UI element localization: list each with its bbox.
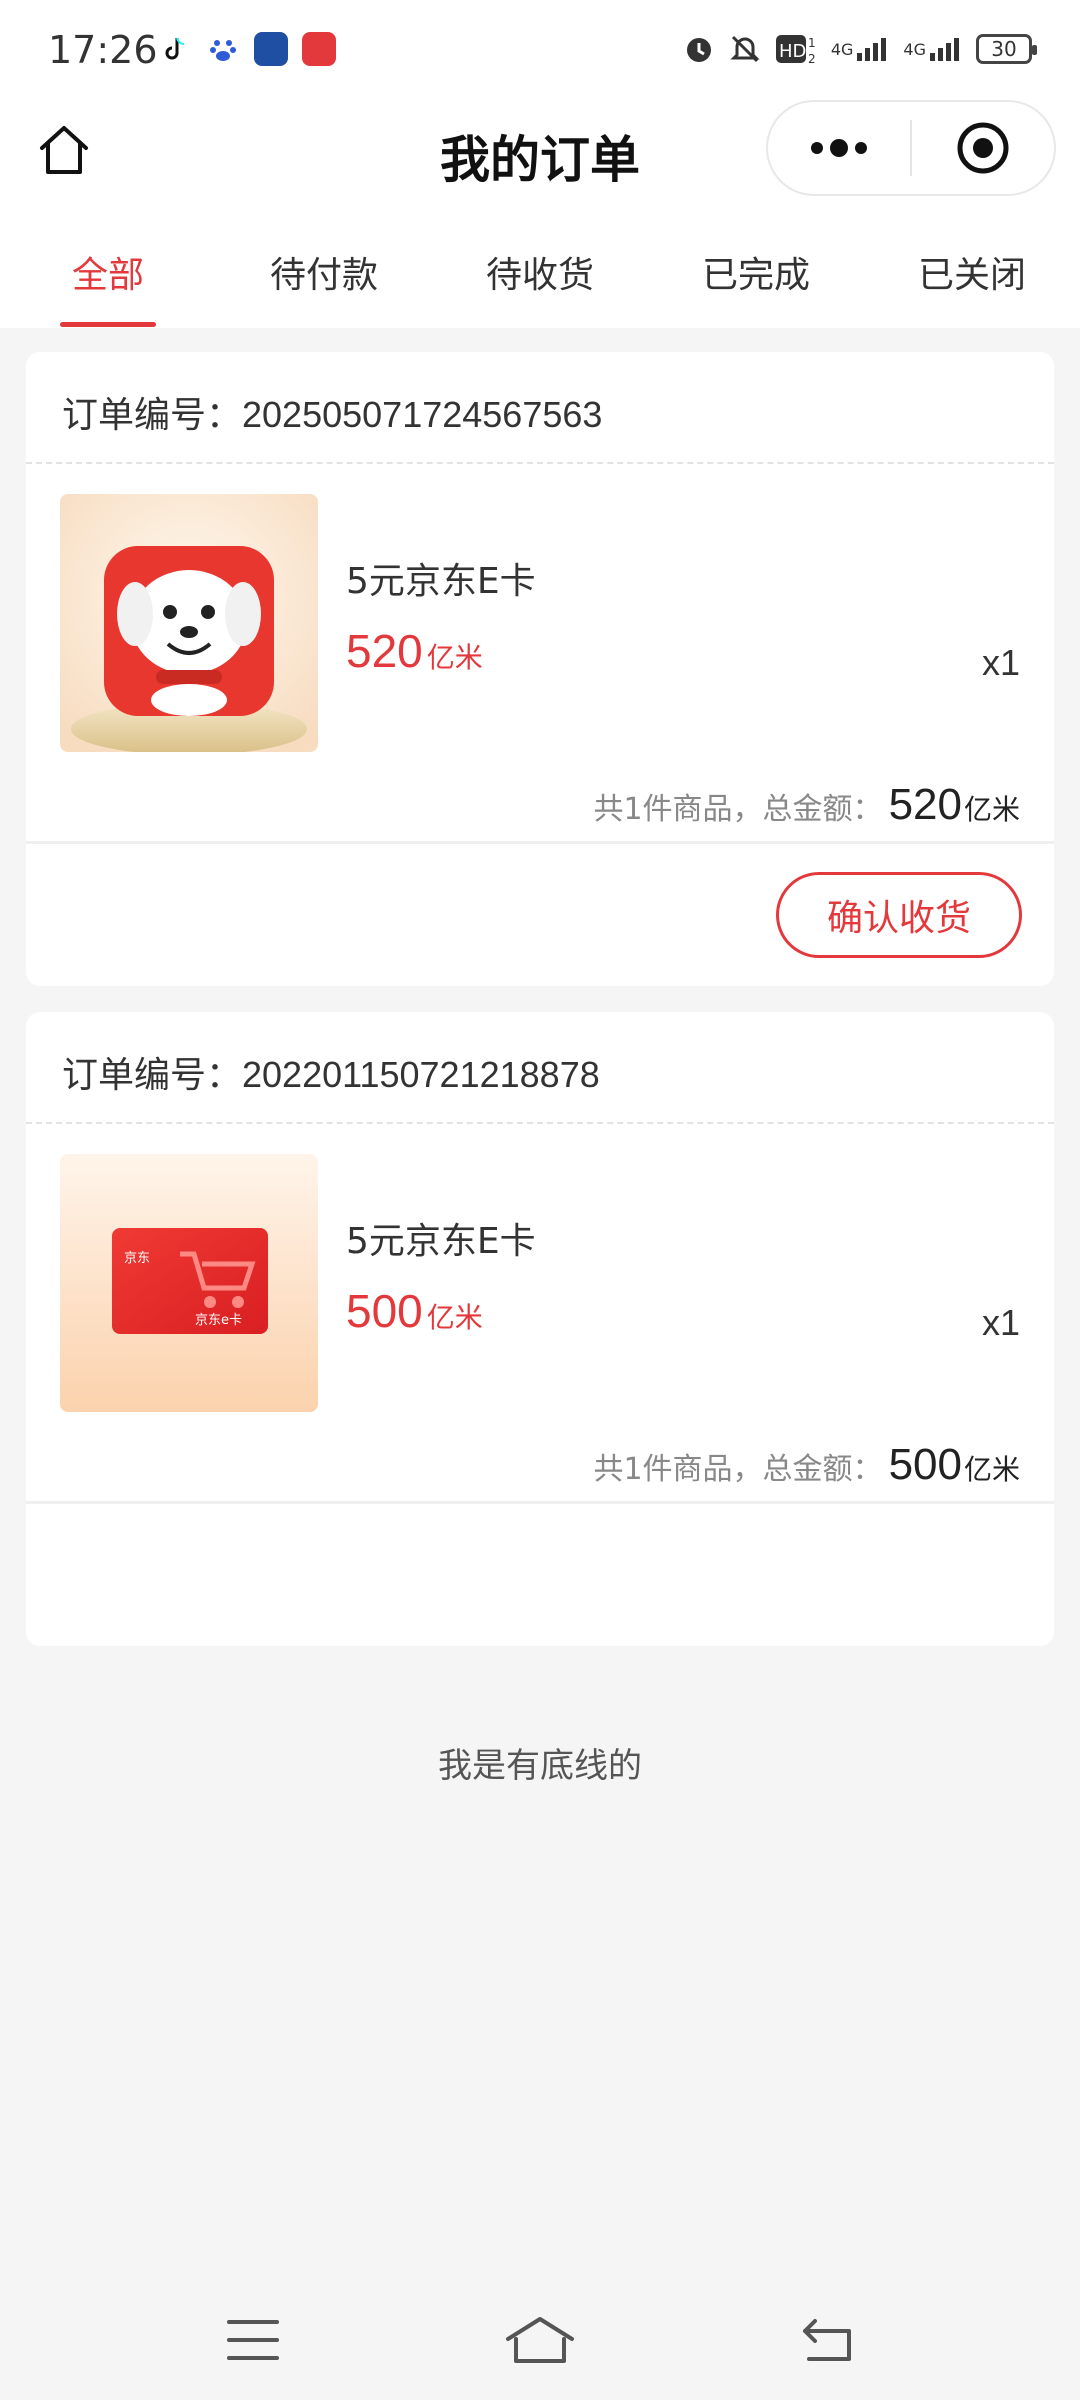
signal-2-icon: 4G [903,32,962,66]
product-name: 5元京东E卡 [346,561,536,602]
order-card[interactable]: 订单编号：202201150721218878 京东 京东e卡 5元京东E卡 5… [26,1012,1054,1646]
hd-icon: HD 1 2 [775,32,817,66]
back-icon [802,2319,851,2361]
mute-icon [729,32,761,66]
total-unit: 亿米 [963,1453,1020,1486]
more-icon [811,139,867,157]
header: 我的订单 [0,100,1080,200]
system-nav-bar [0,2280,1080,2400]
menu-button[interactable] [193,2300,313,2380]
back-button[interactable] [767,2300,887,2380]
order-total: 共1件商品，总金额： 500 亿米 [593,1440,1020,1490]
order-actions [26,1504,1054,1646]
battery-level: 30 [991,37,1017,61]
status-bar: 17:26 HD 1 2 4G 4G 30 [0,0,1080,100]
product-image-jd-mascot [60,494,318,752]
status-right: HD 1 2 4G 4G 30 [683,32,1037,66]
tab-closed[interactable]: 已关闭 [864,200,1080,328]
order-number-label: 订单编号： [62,1054,243,1095]
tab-pending-payment[interactable]: 待付款 [216,200,432,328]
order-item[interactable]: 京东 京东e卡 5元京东E卡 500 亿米 x1 [26,1124,1054,1412]
product-name: 5元京东E卡 [346,1221,536,1262]
price-unit: 亿米 [426,1301,483,1334]
mini-program-capsule [766,100,1056,196]
system-home-icon [505,2317,574,2363]
summary-label: 共1件商品，总金额： [593,792,883,827]
status-app-icons [158,32,336,66]
price-unit: 亿米 [426,641,483,674]
total-value: 520 [888,780,962,829]
product-quantity: x1 [981,1302,1020,1343]
more-button[interactable] [768,102,910,194]
order-actions: 确认收货 [26,844,1054,986]
order-total: 共1件商品，总金额： 520 亿米 [593,780,1020,830]
order-summary: 共1件商品，总金额： 520 亿米 [26,724,1054,844]
status-time: 17:26 [48,28,158,72]
order-list: 订单编号：202505071724567563 5元京东E卡 520 亿米 x1… [26,352,1054,1672]
tab-completed[interactable]: 已完成 [648,200,864,328]
home-button[interactable] [30,118,98,182]
system-home-button[interactable] [480,2300,600,2380]
order-card[interactable]: 订单编号：202505071724567563 5元京东E卡 520 亿米 x1… [26,352,1054,986]
product-price: 520 亿米 [346,624,483,678]
order-number: 202505071724567563 [242,394,603,435]
signal-1-icon: 4G [831,32,890,66]
order-header: 订单编号：202505071724567563 [26,352,1054,464]
order-tabs: 全部 待付款 待收货 已完成 已关闭 [0,200,1080,328]
price-value: 520 [346,625,423,677]
svg-text:HD: HD [779,41,806,62]
baidu-icon [206,32,240,66]
product-image-jd-ecard: 京东 京东e卡 [60,1154,318,1412]
total-value: 500 [888,1440,962,1489]
summary-label: 共1件商品，总金额： [593,1452,883,1487]
order-number: 202201150721218878 [242,1054,600,1095]
tab-all[interactable]: 全部 [0,200,216,328]
tiktok-icon [158,32,192,66]
end-of-list-text: 我是有底线的 [438,1746,642,1786]
network-1-label: 4G [830,39,854,59]
confirm-receipt-button[interactable]: 确认收货 [776,872,1022,958]
order-item[interactable]: 5元京东E卡 520 亿米 x1 [26,464,1054,752]
alarm-icon [683,32,715,66]
network-2-label: 4G [903,39,926,59]
tab-pending-receipt[interactable]: 待收货 [432,200,648,328]
order-header: 订单编号：202201150721218878 [26,1012,1054,1124]
product-price: 500 亿米 [346,1284,483,1338]
app-icon-4 [302,32,336,66]
menu-icon [227,2320,280,2360]
product-quantity: x1 [981,642,1020,683]
price-value: 500 [346,1285,423,1337]
card-label-text: 京东e卡 [195,1313,242,1328]
order-summary: 共1件商品，总金额： 500 亿米 [26,1384,1054,1504]
card-brand-text: 京东 [124,1251,150,1266]
target-icon [957,122,1009,174]
order-number-label: 订单编号： [62,394,243,435]
svg-text:2: 2 [808,52,816,65]
home-icon [40,126,88,174]
battery-icon: 30 [976,34,1037,64]
close-mini-program-button[interactable] [912,102,1054,194]
svg-text:1: 1 [808,36,816,50]
app-icon-3 [254,32,288,66]
total-unit: 亿米 [963,793,1020,826]
